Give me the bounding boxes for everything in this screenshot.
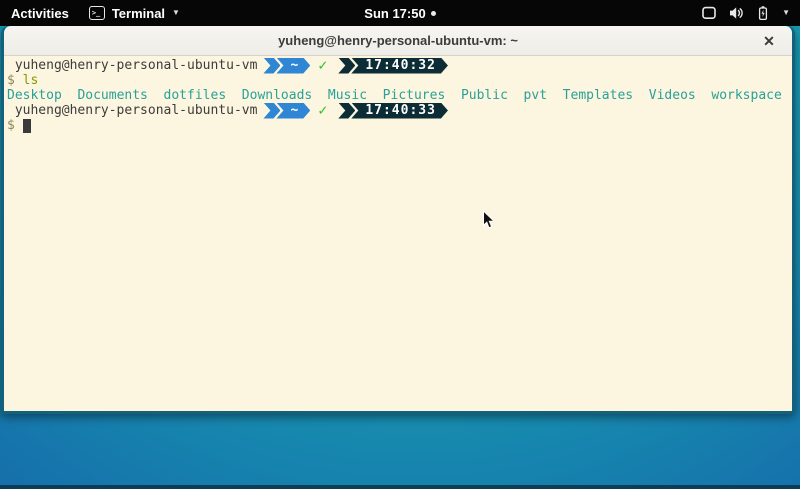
- directory-entry: Pictures: [383, 88, 446, 103]
- directory-entry: Desktop: [7, 88, 62, 103]
- window-titlebar[interactable]: yuheng@henry-personal-ubuntu-vm: ~ ✕: [4, 26, 792, 56]
- directory-entry: pvt: [524, 88, 547, 103]
- prompt-symbol: $: [7, 118, 15, 133]
- chevron-down-icon: ▼: [782, 9, 790, 17]
- command-text: ls: [15, 73, 38, 88]
- notification-dot-icon: [431, 11, 436, 16]
- close-button[interactable]: ✕: [756, 26, 782, 56]
- directory-entry: Documents: [77, 88, 147, 103]
- volume-icon: [728, 5, 744, 21]
- status-check-icon: ✓: [318, 103, 327, 118]
- directory-entry: workspace: [711, 88, 781, 103]
- directory-entry: Public: [461, 88, 508, 103]
- prompt-symbol: $: [7, 73, 15, 88]
- directory-entry: Videos: [649, 88, 696, 103]
- clock-label: Sun 17:50: [364, 6, 425, 21]
- mouse-cursor-icon: [482, 210, 495, 235]
- ls-output-line: Desktop Documents dotfiles Downloads Music Pi…: [7, 88, 792, 103]
- terminal-app-icon: >_: [89, 6, 105, 20]
- chevron-down-icon: ▼: [172, 9, 180, 17]
- directory-entry: dotfiles: [164, 88, 227, 103]
- directory-entry: Templates: [563, 88, 633, 103]
- top-bar: Activities >_ Terminal ▼ Sun 17:50: [0, 0, 800, 26]
- system-status-area[interactable]: ▼: [701, 5, 800, 21]
- screen-bottom-edge: [0, 485, 800, 489]
- input-line[interactable]: $: [7, 118, 792, 133]
- window-title: yuheng@henry-personal-ubuntu-vm: ~: [278, 33, 518, 48]
- powerline-arrow-icon: [263, 58, 280, 74]
- prompt-time: 17:40:32: [351, 58, 448, 74]
- powerline-arrow-icon: [338, 58, 355, 74]
- terminal-cursor: [23, 119, 31, 133]
- app-menu-terminal[interactable]: >_ Terminal ▼: [89, 6, 180, 21]
- app-menu-label: Terminal: [112, 6, 165, 21]
- powerline-arrow-icon: [338, 103, 355, 119]
- battery-charging-icon: [755, 5, 771, 21]
- terminal-window: yuheng@henry-personal-ubuntu-vm: ~ ✕ yuh…: [1, 26, 795, 414]
- prompt-cwd: ~: [276, 58, 310, 74]
- prompt-user-host: yuheng@henry-personal-ubuntu-vm: [15, 103, 258, 118]
- directory-entry: Music: [328, 88, 367, 103]
- prompt-line-1: yuheng@henry-personal-ubuntu-vm ~ ✓ 17:4…: [7, 58, 792, 73]
- prompt-cwd: ~: [276, 103, 310, 119]
- prompt-cwd-segment: ~: [263, 58, 310, 74]
- prompt-user-host: yuheng@henry-personal-ubuntu-vm: [15, 58, 258, 73]
- top-bar-left: Activities >_ Terminal ▼: [0, 6, 180, 21]
- prompt-time: 17:40:33: [351, 103, 448, 119]
- terminal-content[interactable]: yuheng@henry-personal-ubuntu-vm ~ ✓ 17:4…: [4, 56, 792, 411]
- prompt-time-segment: 17:40:32: [338, 58, 448, 74]
- status-check-icon: ✓: [318, 58, 327, 73]
- prompt-line-2: yuheng@henry-personal-ubuntu-vm ~ ✓ 17:4…: [7, 103, 792, 118]
- prompt-time-segment: 17:40:33: [338, 103, 448, 119]
- directory-entry: Downloads: [242, 88, 312, 103]
- display-icon: [701, 5, 717, 21]
- activities-button[interactable]: Activities: [9, 6, 71, 21]
- prompt-cwd-segment: ~: [263, 103, 310, 119]
- powerline-arrow-icon: [263, 103, 280, 119]
- command-line: $ ls: [7, 73, 792, 88]
